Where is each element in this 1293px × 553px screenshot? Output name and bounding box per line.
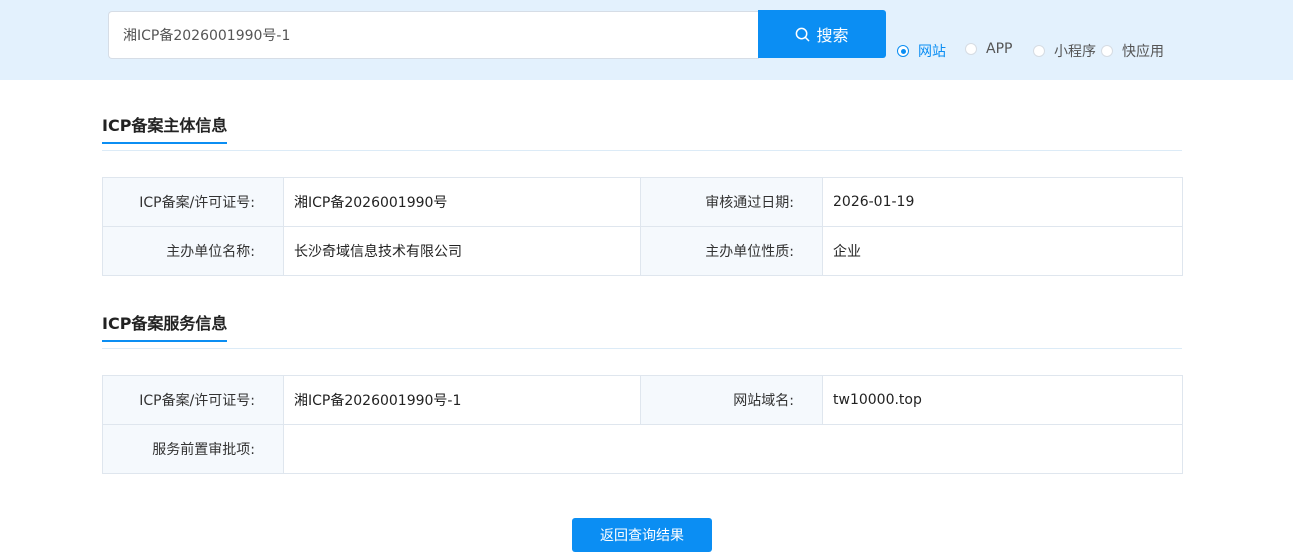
table-row: 服务前置审批项: — [102, 424, 1183, 474]
organizer-name-value: 长沙奇域信息技术有限公司 — [283, 226, 641, 276]
search-icon — [796, 27, 810, 41]
table-row: ICP备案/许可证号: 湘ICP备2026001990号 审核通过日期: 202… — [102, 177, 1183, 227]
service-license-value: 湘ICP备2026001990号-1 — [283, 375, 641, 425]
organizer-name-label: 主办单位名称: — [102, 226, 284, 276]
service-license-label: ICP备案/许可证号: — [102, 375, 284, 425]
radio-miniprogram[interactable]: 小程序 — [1033, 41, 1096, 61]
section-divider — [102, 348, 1182, 349]
radio-quickapp-label: 快应用 — [1122, 44, 1164, 60]
radio-quickapp[interactable]: 快应用 — [1101, 41, 1164, 61]
approval-date-label: 审核通过日期: — [640, 177, 823, 227]
organizer-type-label: 主办单位性质: — [640, 226, 823, 276]
radio-website-label: 网站 — [918, 44, 946, 60]
subject-info-table: ICP备案/许可证号: 湘ICP备2026001990号 审核通过日期: 202… — [102, 177, 1183, 276]
radio-app[interactable]: APP — [965, 41, 1012, 57]
approval-date-value: 2026-01-19 — [822, 177, 1183, 227]
domain-label: 网站域名: — [640, 375, 823, 425]
search-button[interactable]: 搜索 — [758, 10, 886, 58]
back-to-results-button[interactable]: 返回查询结果 — [572, 518, 712, 552]
table-row: 主办单位名称: 长沙奇域信息技术有限公司 主办单位性质: 企业 — [102, 226, 1183, 276]
radio-unchecked-icon — [1033, 45, 1045, 57]
radio-app-label: APP — [986, 41, 1013, 57]
radio-unchecked-icon — [965, 43, 977, 55]
search-header: 搜索 网站 APP 小程序 快应用 — [0, 0, 1293, 80]
domain-value: tw10000.top — [822, 375, 1183, 425]
pre-approval-value — [283, 424, 1183, 474]
license-number-value: 湘ICP备2026001990号 — [283, 177, 641, 227]
table-row: ICP备案/许可证号: 湘ICP备2026001990号-1 网站域名: tw1… — [102, 375, 1183, 425]
service-section-title: ICP备案服务信息 — [102, 314, 228, 342]
organizer-type-value: 企业 — [822, 226, 1183, 276]
radio-unchecked-icon — [1101, 45, 1113, 57]
search-button-label: 搜索 — [816, 26, 849, 45]
pre-approval-label: 服务前置审批项: — [102, 424, 284, 474]
license-number-label: ICP备案/许可证号: — [102, 177, 284, 227]
section-divider — [102, 150, 1182, 151]
radio-miniprogram-label: 小程序 — [1054, 44, 1096, 60]
radio-website[interactable]: 网站 — [897, 41, 946, 61]
subject-section-title: ICP备案主体信息 — [102, 116, 228, 144]
radio-checked-icon — [897, 45, 909, 57]
service-info-table: ICP备案/许可证号: 湘ICP备2026001990号-1 网站域名: tw1… — [102, 375, 1183, 474]
search-input[interactable] — [108, 11, 759, 59]
